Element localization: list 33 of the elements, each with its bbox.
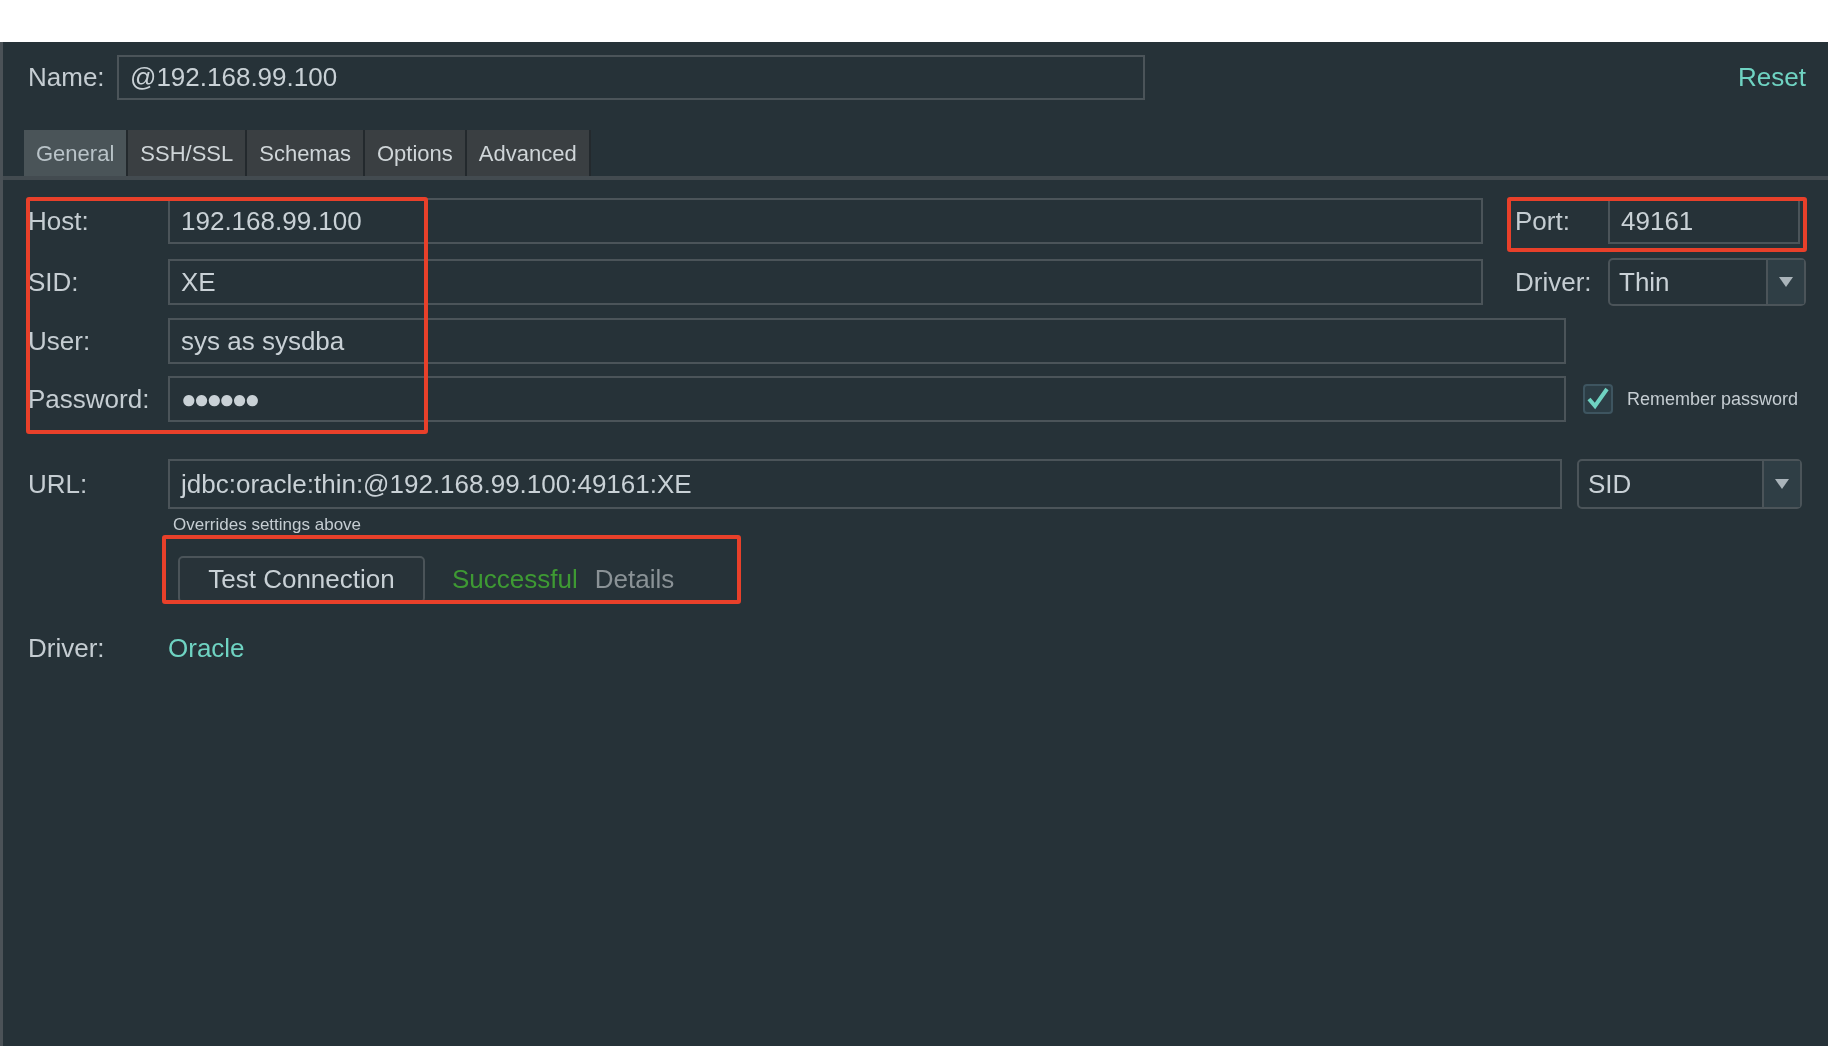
tab[interactable]: SSH/SSL <box>128 130 248 176</box>
password-label: Password: <box>28 382 151 416</box>
details-link[interactable]: Details <box>594 559 675 599</box>
host-label: Host: <box>28 204 90 238</box>
port-label: Port: <box>1515 204 1571 238</box>
driver-link[interactable]: Oracle <box>168 628 245 668</box>
status-text: Successful <box>452 562 578 596</box>
tab[interactable]: Schemas <box>247 130 365 176</box>
tab[interactable]: Advanced <box>466 130 591 176</box>
password-field[interactable]: ●●●●●● <box>168 376 1566 422</box>
tab[interactable]: Options <box>364 130 467 176</box>
driver-label: Driver: <box>1515 265 1593 299</box>
url-label: URL: <box>28 467 89 501</box>
hint-text: Overrides settings above <box>173 514 362 536</box>
user-label: User: <box>28 324 92 358</box>
test-connection-button[interactable]: Test Connection <box>178 555 425 603</box>
sid-field[interactable]: XE <box>168 259 1483 305</box>
tab[interactable]: General <box>24 130 129 176</box>
name-field[interactable]: @192.168.99.100 <box>117 55 1145 100</box>
reset-link[interactable]: Reset <box>1738 58 1806 97</box>
port-field[interactable]: 49161 <box>1608 198 1800 244</box>
remember-password-label: Remember password <box>1627 387 1799 411</box>
driver-label: Driver: <box>28 631 106 665</box>
url-type-dropdown[interactable]: SID <box>1577 459 1802 509</box>
sid-label: SID: <box>28 265 80 299</box>
user-field[interactable]: sys as sysdba <box>168 318 1566 364</box>
name-label: Name: <box>28 61 106 94</box>
url-field[interactable]: jdbc:oracle:thin:@192.168.99.100:49161:XE <box>168 459 1562 509</box>
checkbox[interactable] <box>1583 384 1613 414</box>
caret-icon <box>1778 276 1794 288</box>
caret-icon <box>1774 478 1790 490</box>
driver-dropdown[interactable]: Thin <box>1608 258 1806 306</box>
host-field[interactable]: 192.168.99.100 <box>168 198 1483 244</box>
